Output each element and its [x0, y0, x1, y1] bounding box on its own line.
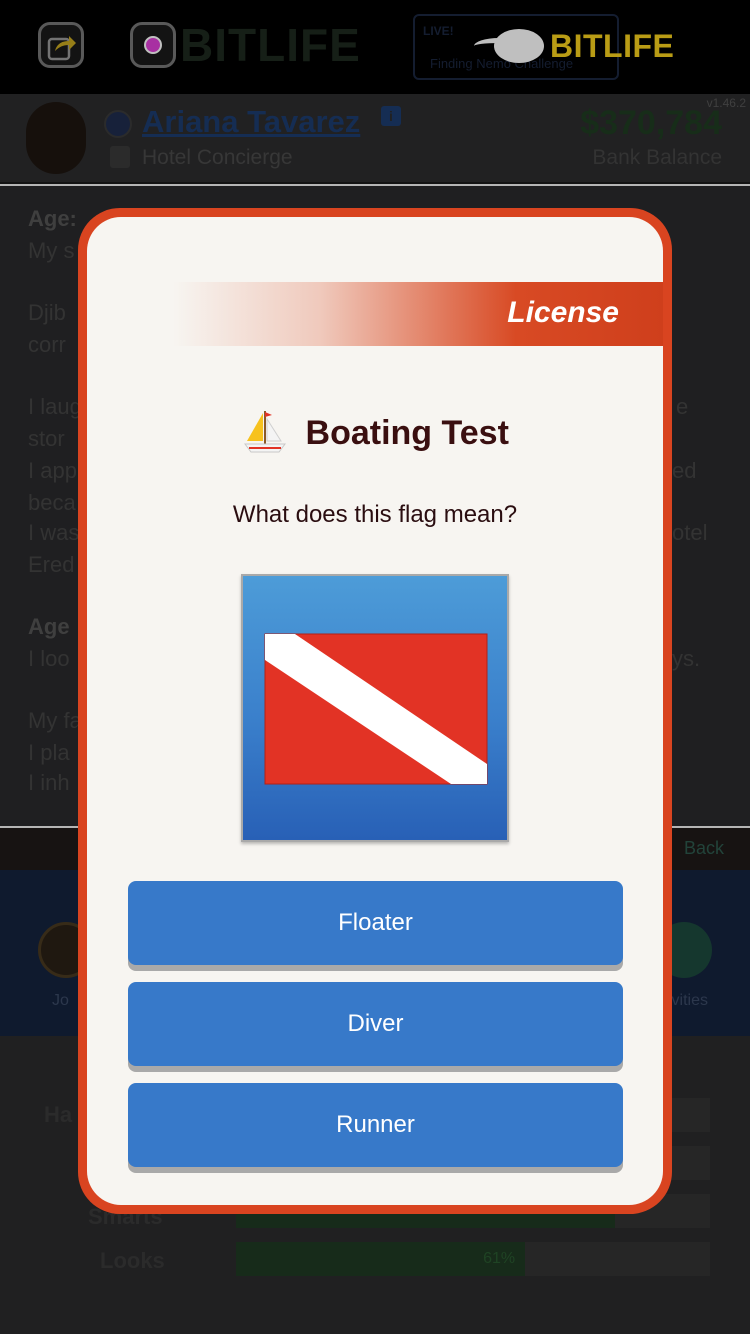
category-title: License: [507, 296, 619, 329]
answer-button-floater[interactable]: Floater: [128, 881, 623, 965]
question-text: What does this flag mean?: [232, 501, 518, 528]
answer-button-runner[interactable]: Runner: [128, 1083, 623, 1167]
flag-image-frame: [241, 574, 509, 842]
license-test-modal: License Boating Test What does this flag…: [78, 208, 672, 1214]
category-ribbon: License: [173, 282, 663, 346]
test-title-row: Boating Test: [87, 407, 663, 460]
test-title: Boating Test: [305, 414, 509, 452]
sailboat-icon: [241, 407, 289, 460]
answer-button-diver[interactable]: Diver: [128, 982, 623, 1066]
modal-body: License Boating Test What does this flag…: [87, 217, 663, 1205]
diver-down-flag-icon: [264, 633, 488, 785]
